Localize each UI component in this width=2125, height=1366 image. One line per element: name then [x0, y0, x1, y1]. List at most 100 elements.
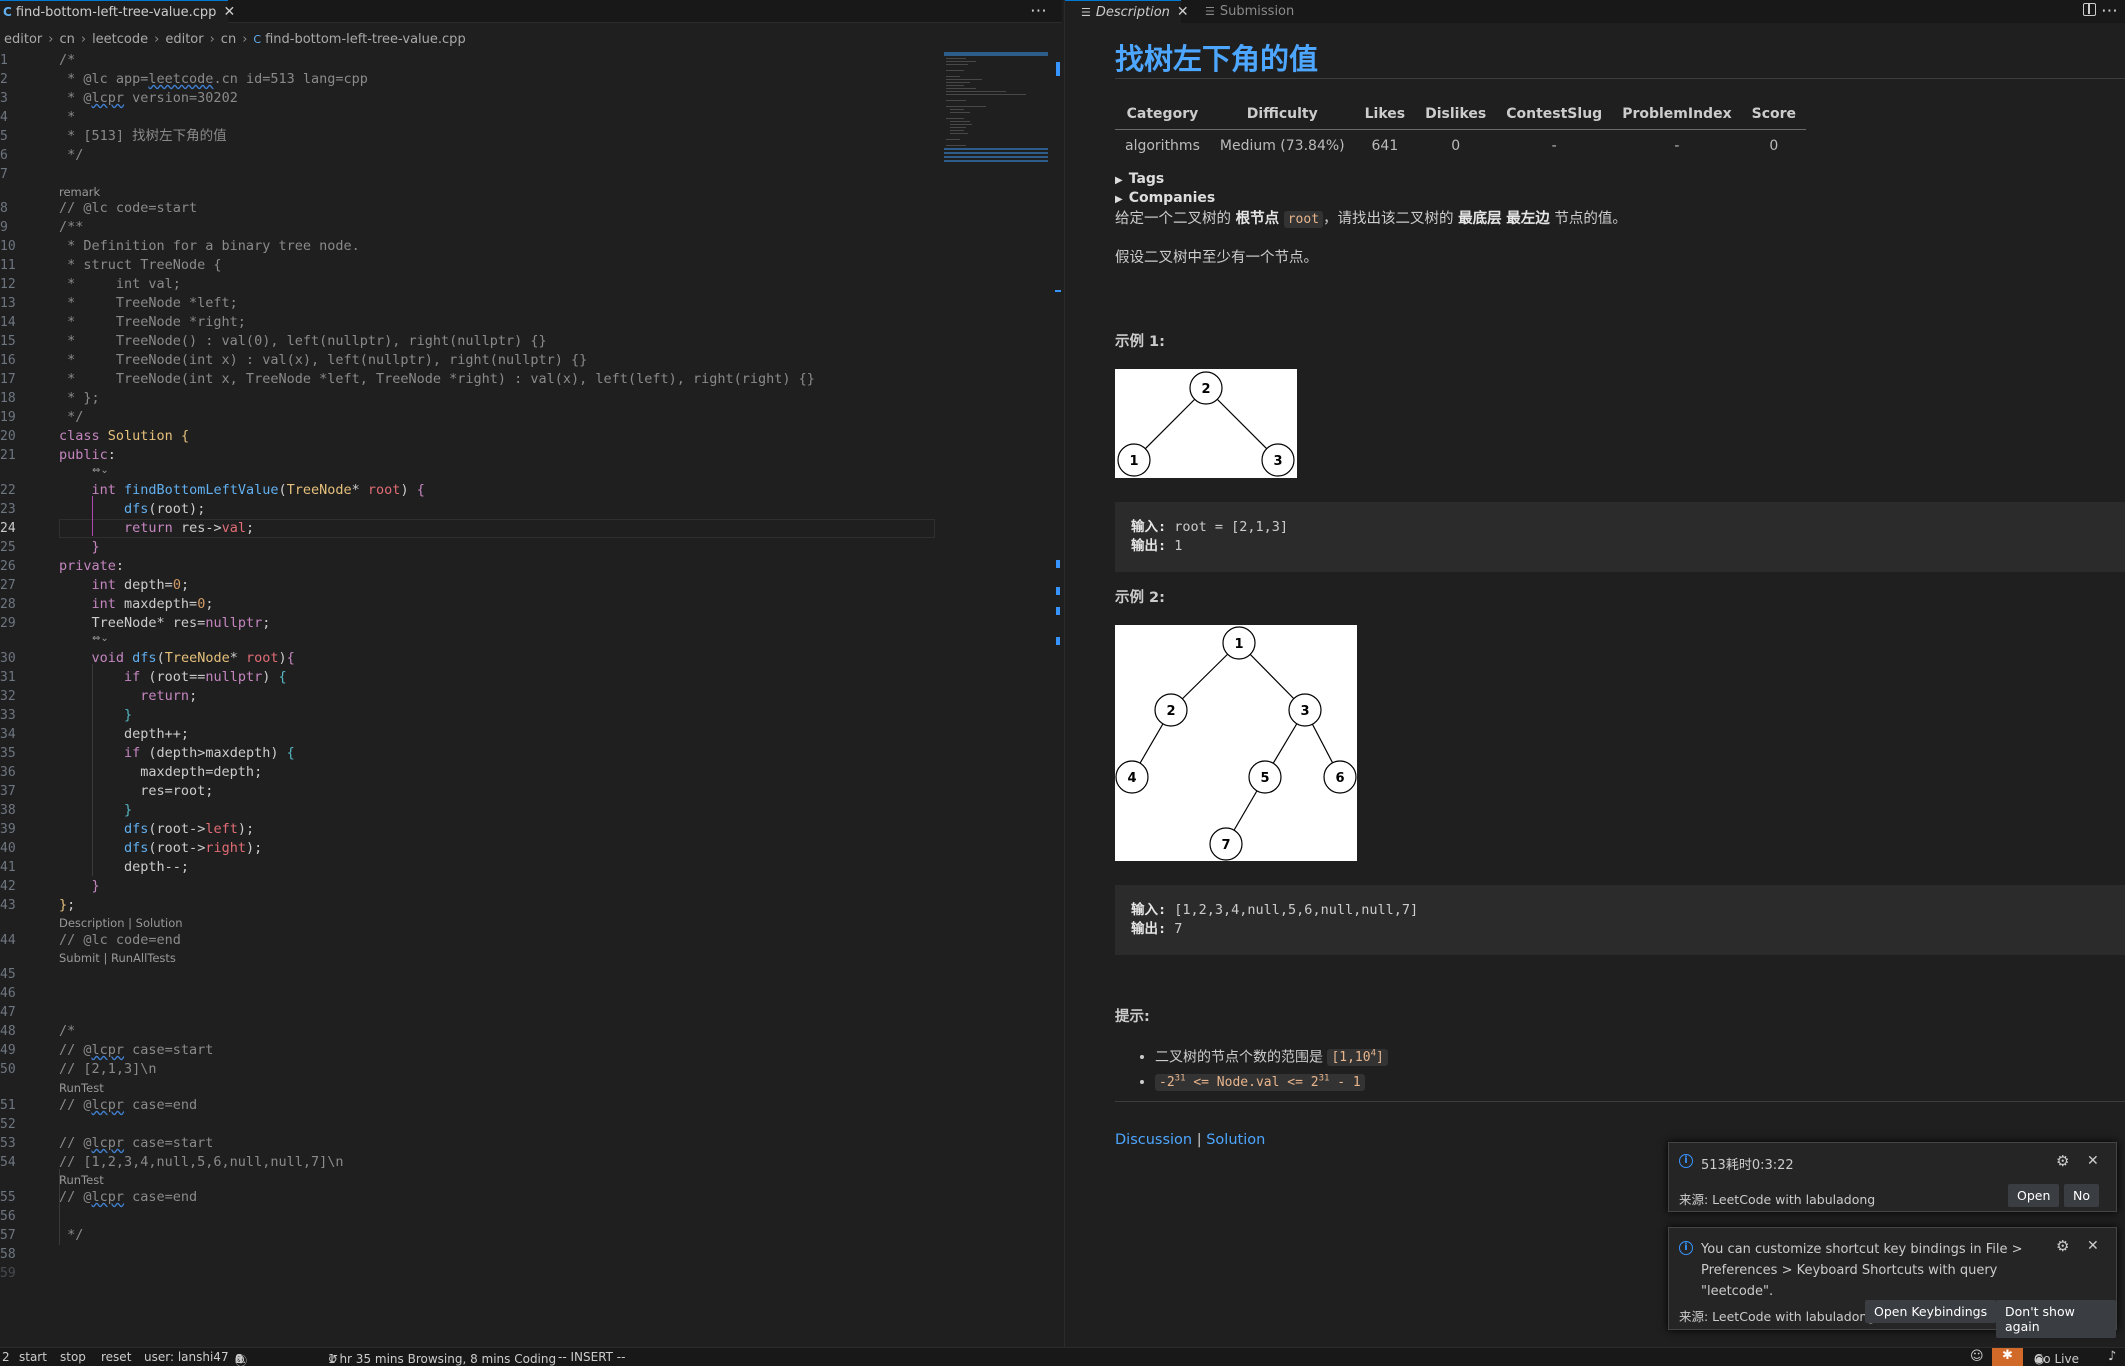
hints-title: 提示: — [1115, 1009, 1150, 1025]
start-button[interactable]: start — [19, 1350, 47, 1364]
gear-icon[interactable]: ⚙ — [2056, 1237, 2069, 1255]
reset-button[interactable]: reset — [101, 1350, 131, 1364]
tab-label: Description — [1095, 4, 1170, 20]
divider — [1115, 1100, 2125, 1102]
table-cell: 0 — [1769, 138, 1779, 155]
code-line: TreeNode* res=nullptr; — [59, 615, 271, 631]
breadcrumb-item[interactable]: editor — [165, 32, 203, 47]
code-line: } — [124, 707, 133, 723]
code-lens-description-solution[interactable]: Description | Solution — [59, 916, 183, 930]
cpp-file-icon: C — [253, 32, 262, 46]
stop-button[interactable]: stop — [60, 1350, 86, 1364]
tab-cpp-file[interactable]: C find-bottom-left-tree-value.cpp ✕ — [0, 0, 235, 23]
tab-label: find-bottom-left-tree-value.cpp — [15, 4, 217, 20]
indent-guide — [59, 1169, 60, 1245]
tab-submission[interactable]: ☰ Submission — [1205, 0, 1294, 23]
indent-guide — [92, 496, 93, 536]
tree-node-label: 3 — [1273, 454, 1282, 469]
code-lens-runtest[interactable]: RunTest — [59, 1081, 104, 1095]
code-line: private: — [59, 558, 125, 574]
split-editor-icon[interactable] — [2083, 3, 2096, 16]
table-header: Difficulty — [1209, 99, 1355, 130]
code-line: res=root; — [59, 783, 214, 799]
tab-label: Submission — [1219, 4, 1295, 19]
table-row: algorithms Medium (73.84%) 641 0 - - 0 — [1115, 129, 1806, 163]
code-line: void dfs(TreeNode* root){ — [91, 650, 295, 666]
code-lens-remark[interactable]: remark — [59, 185, 100, 199]
notifications-bell-icon[interactable]: ♪ — [2108, 1349, 2116, 1364]
solution-link[interactable]: Solution — [1206, 1132, 1265, 1148]
code-line: /* — [59, 1023, 76, 1039]
code-lens-runtest[interactable]: RunTest — [59, 1173, 104, 1187]
table-header: ContestSlug — [1496, 99, 1613, 130]
breadcrumb-item[interactable]: cn — [59, 32, 74, 47]
breadcrumb: editor › cn › leetcode › editor › cn › C find… — [4, 31, 466, 47]
notification-source: 来源: LeetCode with labuladong — [1679, 1192, 1876, 1207]
tab-description[interactable]: ☰ Description ✕ — [1065, 0, 1189, 23]
code-line: * Definition for a binary tree node. — [59, 238, 360, 254]
list-item: 二叉树的节点个数的范围是 [1,104] — [1155, 1044, 2125, 1068]
table-cell: algorithms — [1125, 138, 1200, 155]
companies-disclosure[interactable]: ▶ Companies — [1115, 190, 2125, 206]
code-line: * int val; — [59, 276, 181, 292]
notification-source: 来源: LeetCode with labuladong — [1679, 1309, 1876, 1324]
problem-description: 给定一个二叉树的 根节点 root ，请找出该二叉树的 最底层 最左边 节点的值。 — [1115, 211, 1627, 228]
tree-node-label: 7 — [1221, 838, 1230, 853]
no-button[interactable]: No — [2064, 1184, 2099, 1207]
divider — [1115, 78, 2125, 79]
open-keybindings-button[interactable]: Open Keybindings — [1865, 1300, 1997, 1323]
breadcrumb-item[interactable]: editor — [4, 32, 42, 47]
code-line: int findBottomLeftValue(TreeNode* root) … — [91, 482, 425, 498]
code-line: // @lcpr case=end — [59, 1189, 198, 1205]
minimap[interactable] — [944, 52, 1048, 164]
editor-tab-bar: C find-bottom-left-tree-value.cpp ✕ ⋯ — [0, 0, 1062, 23]
extension-icon[interactable]: ✱ — [1992, 1348, 2023, 1366]
status-bar: 2 start stop reset user: lanshi47 ⊗ 0 ⚠ … — [0, 1347, 2125, 1366]
code-line: public: — [59, 447, 116, 463]
breadcrumb-item[interactable]: cn — [221, 32, 236, 47]
info-icon: i — [1679, 1154, 1693, 1168]
close-icon[interactable]: ✕ — [2087, 1238, 2099, 1254]
status-number[interactable]: 2 — [2, 1350, 10, 1364]
indent-guide — [92, 664, 93, 876]
user-label[interactable]: user: lanshi47 — [144, 1350, 229, 1364]
inline-hint: ⇔⌄ — [92, 633, 109, 644]
preview-icon: ☰ — [1081, 5, 1091, 19]
close-icon[interactable]: ✕ — [223, 4, 235, 20]
breadcrumb-item[interactable]: find-bottom-left-tree-value.cpp — [265, 32, 466, 47]
copilot-icon[interactable]: ☺ — [1970, 1349, 1984, 1364]
code-line: */ — [59, 147, 84, 163]
code-line: * TreeNode() : val(0), left(nullptr), ri… — [59, 333, 547, 349]
breadcrumb-item[interactable]: leetcode — [92, 32, 148, 47]
panel-tab-bar: ☰ Description ✕ ☰ Submission ⋯ — [1065, 0, 2125, 23]
code-line: class Solution { — [59, 428, 190, 444]
cpp-file-icon: C — [3, 5, 12, 19]
discussion-link[interactable]: Discussion — [1115, 1132, 1192, 1148]
close-icon[interactable]: ✕ — [1177, 4, 1189, 20]
close-icon[interactable]: ✕ — [2087, 1153, 2099, 1169]
table-header: Category — [1115, 99, 1210, 130]
table-cell: 0 — [1451, 138, 1461, 155]
problem-note: 假设二叉树中至少有一个节点。 — [1115, 250, 1318, 266]
example-2-io: 输入: [1,2,3,4,null,5,6,null,null,7] 输出: 7 — [1115, 885, 2125, 955]
inline-hint: ⇔⌄ — [92, 465, 109, 476]
code-lens-submit-runall[interactable]: Submit | RunAllTests — [59, 951, 176, 965]
more-actions-icon[interactable]: ⋯ — [2101, 1, 2119, 21]
dont-show-again-button[interactable]: Don't show again — [1996, 1300, 2116, 1338]
vertical-scrollbar[interactable] — [1055, 52, 1061, 1342]
table-header: Likes — [1354, 99, 1416, 130]
gear-icon[interactable]: ⚙ — [2056, 1152, 2069, 1170]
tree-node-label: 1 — [1129, 454, 1138, 469]
chevron-right-icon: ▶ — [1115, 194, 1123, 205]
tree-node-label: 4 — [1127, 771, 1136, 786]
open-button[interactable]: Open — [2008, 1184, 2060, 1207]
code-line: /* — [59, 52, 76, 68]
example-2-tree-image: 1 2 3 4 5 6 7 — [1115, 625, 1357, 861]
code-line: dfs(root->left); — [124, 821, 255, 837]
info-icon: i — [1679, 1241, 1693, 1255]
table-cell: Medium (73.84%) — [1219, 138, 1345, 155]
code-line: maxdepth=depth; — [59, 764, 263, 780]
tree-node-label: 1 — [1234, 637, 1243, 652]
more-actions-icon[interactable]: ⋯ — [1030, 1, 1048, 21]
tags-disclosure[interactable]: ▶ Tags — [1115, 171, 2125, 187]
